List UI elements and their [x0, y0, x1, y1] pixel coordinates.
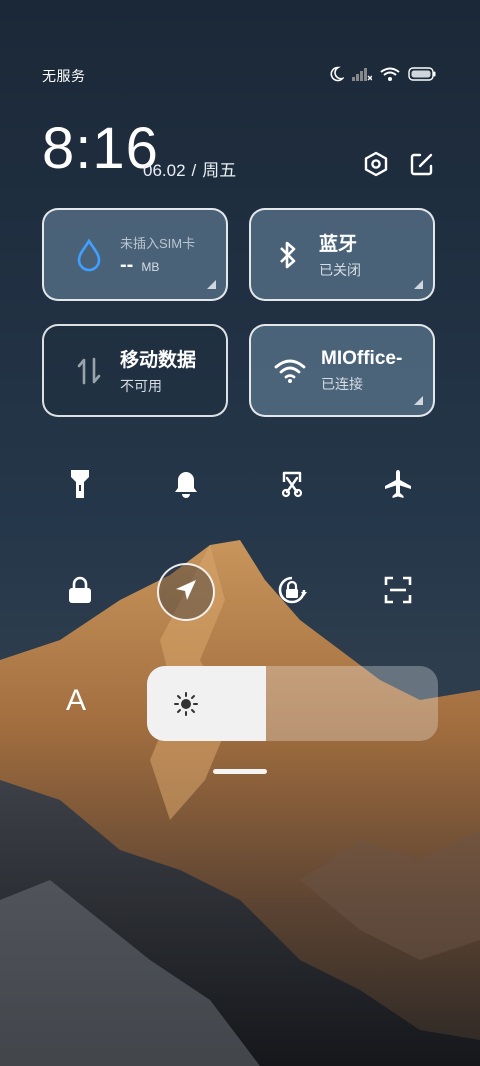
flashlight-toggle[interactable] — [52, 458, 108, 514]
rotation-lock-toggle[interactable] — [264, 564, 320, 620]
auto-brightness-button[interactable]: A — [66, 684, 86, 718]
data-usage-value: -- — [120, 253, 134, 276]
mobile-data-tile[interactable]: 移动数据 不可用 — [42, 324, 228, 417]
carrier-status: 无服务 — [42, 68, 86, 84]
rotation-lock-icon — [275, 573, 309, 612]
expand-corner-icon — [207, 280, 216, 289]
wifi-tile[interactable]: MIOffice- 已连接 — [249, 324, 435, 417]
bell-icon — [172, 469, 200, 504]
screenshot-icon — [278, 470, 306, 503]
lock-screen-toggle[interactable] — [52, 564, 108, 620]
expand-corner-icon — [414, 396, 423, 405]
signal-icon — [352, 67, 372, 81]
settings-icon[interactable] — [360, 148, 392, 180]
sim-data-tile[interactable]: 未插入SIM卡 -- MB — [42, 208, 228, 301]
data-usage-unit: MB — [141, 259, 160, 274]
clock-time: 8:16 — [42, 116, 159, 181]
date-separator: / — [191, 161, 197, 180]
sim-status: 未插入SIM卡 — [120, 235, 196, 251]
expand-corner-icon — [414, 280, 423, 289]
wifi-network-name: MIOffice- — [321, 347, 403, 369]
moon-icon — [328, 66, 344, 82]
screenshot-toggle[interactable] — [264, 458, 320, 514]
bluetooth-tile[interactable]: 蓝牙 已关闭 — [249, 208, 435, 301]
wifi-icon — [380, 67, 400, 81]
sun-icon — [174, 692, 198, 721]
water-drop-icon — [66, 238, 112, 272]
status-icons — [328, 66, 436, 82]
location-toggle[interactable] — [157, 563, 215, 621]
mobile-data-status: 不可用 — [120, 378, 162, 394]
wifi-icon — [267, 358, 313, 384]
bluetooth-title: 蓝牙 — [319, 234, 358, 255]
airplane-toggle[interactable] — [370, 458, 426, 514]
flashlight-icon — [69, 468, 91, 505]
lock-icon — [67, 576, 93, 609]
battery-icon — [408, 67, 436, 81]
brightness-fill — [147, 666, 267, 741]
sound-toggle[interactable] — [158, 458, 214, 514]
scan-icon — [384, 576, 412, 609]
date-label: 06.02 / 周五 — [143, 156, 236, 181]
weekday: 周五 — [202, 161, 237, 180]
airplane-icon — [382, 468, 414, 505]
edit-icon[interactable] — [406, 148, 438, 180]
date-value: 06.02 — [143, 161, 186, 180]
wifi-status: 已连接 — [321, 375, 363, 392]
location-icon — [173, 577, 199, 608]
data-arrows-icon — [66, 355, 112, 387]
brightness-slider[interactable] — [147, 666, 438, 741]
scanner-toggle[interactable] — [370, 564, 426, 620]
mobile-data-title: 移动数据 — [120, 350, 197, 371]
bluetooth-icon — [265, 239, 311, 271]
bluetooth-status: 已关闭 — [319, 262, 361, 278]
drag-handle[interactable] — [213, 769, 267, 774]
